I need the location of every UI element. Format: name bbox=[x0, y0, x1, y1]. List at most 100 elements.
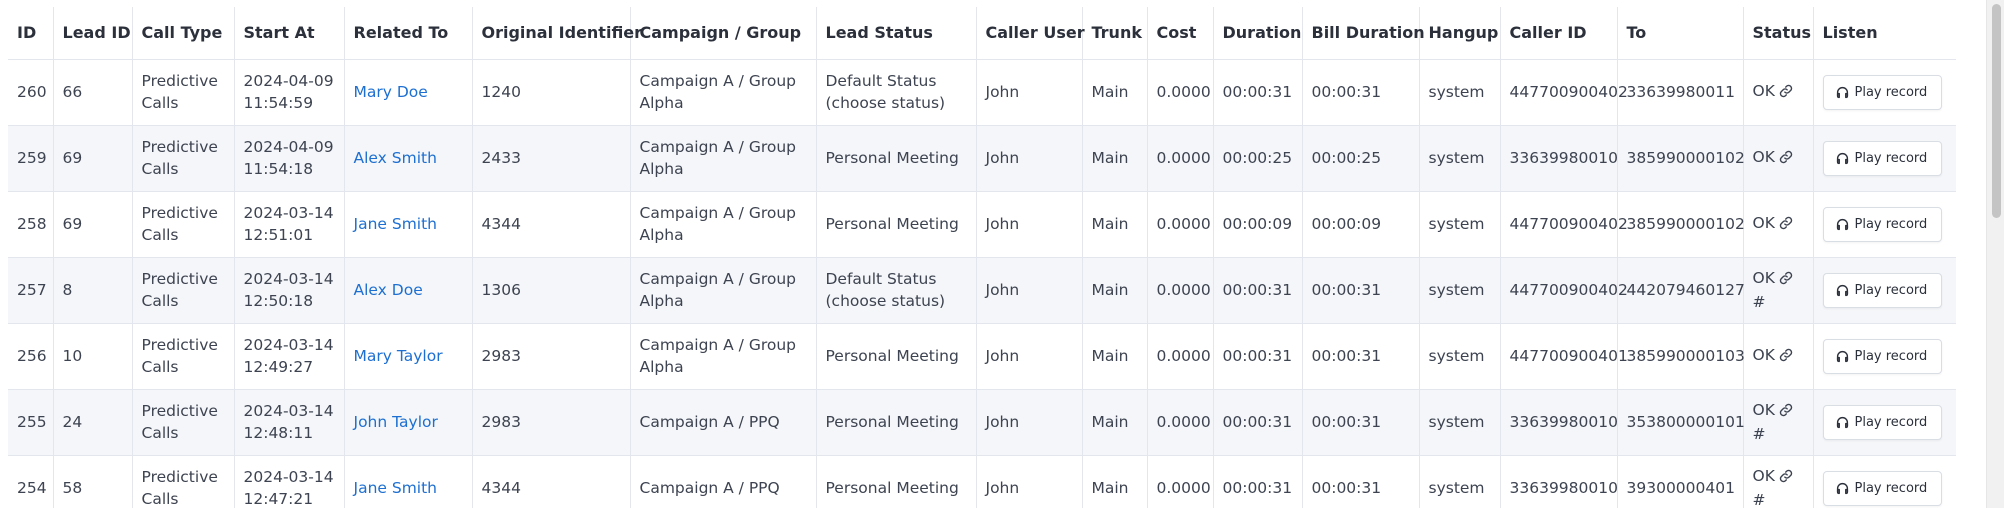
link-icon[interactable] bbox=[1779, 82, 1793, 104]
cell-lead-status: Personal Meeting bbox=[815, 455, 976, 508]
cell-trunk: Main bbox=[1081, 389, 1147, 456]
column-header-campaign-group[interactable]: Campaign / Group bbox=[629, 7, 816, 60]
cell-listen: Play record bbox=[1812, 257, 1956, 324]
play-record-button[interactable]: Play record bbox=[1822, 470, 1943, 506]
cell-start-at: 2024-04-09 11:54:18 bbox=[233, 125, 344, 192]
cell-caller-user: John bbox=[975, 455, 1082, 508]
cell-caller-id: 33639980010 bbox=[1499, 389, 1618, 456]
column-header-to[interactable]: To bbox=[1616, 7, 1743, 60]
cell-campaign-group: Campaign A / Group Alpha bbox=[629, 257, 816, 324]
cell-original-identifier: 1306 bbox=[471, 257, 630, 324]
cell-lead-status: Default Status (choose status) bbox=[815, 257, 976, 324]
cell-start-at: 2024-03-14 12:50:18 bbox=[233, 257, 344, 324]
column-header-hangup[interactable]: Hangup bbox=[1418, 7, 1500, 60]
column-header-call-type[interactable]: Call Type bbox=[131, 7, 234, 60]
cell-original-identifier: 1240 bbox=[471, 59, 630, 126]
table-row[interactable]: 257 8 Predictive Calls 2024-03-14 12:50:18 A… bbox=[8, 257, 1956, 324]
link-icon[interactable] bbox=[1779, 269, 1793, 291]
cell-duration: 00:00:31 bbox=[1212, 389, 1302, 456]
column-header-duration[interactable]: Duration bbox=[1212, 7, 1302, 60]
column-header-bill-duration[interactable]: Bill Duration bbox=[1301, 7, 1425, 60]
cell-cost: 0.0000 bbox=[1146, 389, 1213, 456]
vertical-scrollbar[interactable] bbox=[1986, 0, 2004, 508]
cell-bill-duration: 00:00:31 bbox=[1301, 257, 1419, 324]
cell-id: 258 bbox=[8, 191, 53, 258]
call-log-table-container: ID Lead ID Call Type Start At Related To Orig… bbox=[8, 7, 1956, 508]
table-row[interactable]: 256 10 Predictive Calls 2024-03-14 12:49:27… bbox=[8, 323, 1956, 390]
scrollbar-thumb[interactable] bbox=[1992, 4, 2001, 218]
cell-hangup: system bbox=[1418, 257, 1500, 324]
headphones-icon bbox=[1836, 86, 1849, 99]
cell-campaign-group: Campaign A / PPQ bbox=[629, 455, 816, 508]
column-header-related-to[interactable]: Related To bbox=[343, 7, 472, 60]
related-to-link[interactable]: Mary Taylor bbox=[354, 347, 443, 365]
cell-id: 255 bbox=[8, 389, 53, 456]
cell-campaign-group: Campaign A / Group Alpha bbox=[629, 191, 816, 258]
status-text: OK bbox=[1752, 269, 1775, 287]
play-record-label: Play record bbox=[1854, 480, 1928, 496]
related-to-link[interactable]: Mary Doe bbox=[354, 83, 428, 101]
cell-lead-status: Personal Meeting bbox=[815, 389, 976, 456]
cell-call-type: Predictive Calls bbox=[131, 59, 234, 126]
column-header-status[interactable]: Status bbox=[1742, 7, 1813, 60]
cell-hangup: system bbox=[1418, 455, 1500, 508]
cell-caller-user: John bbox=[975, 257, 1082, 324]
link-icon[interactable] bbox=[1779, 467, 1793, 489]
cell-lead-status: Personal Meeting bbox=[815, 191, 976, 258]
headphones-icon bbox=[1836, 350, 1849, 363]
table-row[interactable]: 259 69 Predictive Calls 2024-04-09 11:54:18… bbox=[8, 125, 1956, 192]
headphones-icon bbox=[1836, 284, 1849, 297]
cell-caller-id: 33639980010 bbox=[1499, 455, 1618, 508]
column-header-original-identifier[interactable]: Original Identifier bbox=[471, 7, 642, 60]
cell-lead-id: 69 bbox=[52, 125, 132, 192]
related-to-link[interactable]: John Taylor bbox=[354, 413, 438, 431]
table-row[interactable]: 254 58 Predictive Calls 2024-03-14 12:47:21… bbox=[8, 455, 1956, 508]
link-icon[interactable] bbox=[1779, 346, 1793, 368]
link-icon[interactable] bbox=[1779, 214, 1793, 236]
cell-id: 259 bbox=[8, 125, 53, 192]
cell-caller-id: 447700900402 bbox=[1499, 257, 1628, 324]
cell-trunk: Main bbox=[1081, 125, 1147, 192]
column-header-lead-status[interactable]: Lead Status bbox=[815, 7, 976, 60]
table-row[interactable]: 260 66 Predictive Calls 2024-04-09 11:54:59… bbox=[8, 59, 1956, 126]
column-header-start-at[interactable]: Start At bbox=[233, 7, 344, 60]
cell-campaign-group: Campaign A / Group Alpha bbox=[629, 323, 816, 390]
play-record-button[interactable]: Play record bbox=[1822, 206, 1943, 242]
column-header-cost[interactable]: Cost bbox=[1146, 7, 1213, 60]
play-record-button[interactable]: Play record bbox=[1822, 140, 1943, 176]
table-row[interactable]: 258 69 Predictive Calls 2024-03-14 12:51:01… bbox=[8, 191, 1956, 258]
column-header-caller-id[interactable]: Caller ID bbox=[1499, 7, 1617, 60]
cell-status: OK bbox=[1742, 59, 1813, 126]
related-to-link[interactable]: Alex Smith bbox=[354, 149, 437, 167]
status-text: OK bbox=[1752, 467, 1775, 485]
cell-to: 442079460127 bbox=[1616, 257, 1745, 324]
column-header-listen[interactable]: Listen bbox=[1812, 7, 1956, 60]
link-icon[interactable] bbox=[1779, 401, 1793, 423]
cell-cost: 0.0000 bbox=[1146, 257, 1213, 324]
play-record-button[interactable]: Play record bbox=[1822, 404, 1943, 440]
related-to-link[interactable]: Alex Doe bbox=[354, 281, 423, 299]
link-icon[interactable] bbox=[1779, 148, 1793, 170]
column-header-lead-id[interactable]: Lead ID bbox=[52, 7, 132, 60]
cell-caller-user: John bbox=[975, 323, 1082, 390]
play-record-button[interactable]: Play record bbox=[1822, 338, 1943, 374]
play-record-button[interactable]: Play record bbox=[1822, 272, 1943, 308]
column-header-trunk[interactable]: Trunk bbox=[1081, 7, 1147, 60]
column-header-caller-user[interactable]: Caller User bbox=[975, 7, 1085, 60]
cell-related-to: John Taylor bbox=[343, 389, 472, 456]
cell-call-type: Predictive Calls bbox=[131, 191, 234, 258]
play-record-label: Play record bbox=[1854, 348, 1928, 364]
cell-id: 260 bbox=[8, 59, 53, 126]
related-to-link[interactable]: Jane Smith bbox=[354, 215, 438, 233]
table-row[interactable]: 255 24 Predictive Calls 2024-03-14 12:48:11… bbox=[8, 389, 1956, 456]
cell-related-to: Alex Doe bbox=[343, 257, 472, 324]
cell-start-at: 2024-03-14 12:47:21 bbox=[233, 455, 344, 508]
play-record-button[interactable]: Play record bbox=[1822, 74, 1943, 110]
cell-caller-user: John bbox=[975, 389, 1082, 456]
cell-lead-id: 10 bbox=[52, 323, 132, 390]
cell-bill-duration: 00:00:31 bbox=[1301, 59, 1419, 126]
related-to-link[interactable]: Jane Smith bbox=[354, 479, 438, 497]
cell-cost: 0.0000 bbox=[1146, 323, 1213, 390]
column-header-id[interactable]: ID bbox=[8, 7, 53, 60]
cell-caller-id: 447700900401 bbox=[1499, 323, 1628, 390]
